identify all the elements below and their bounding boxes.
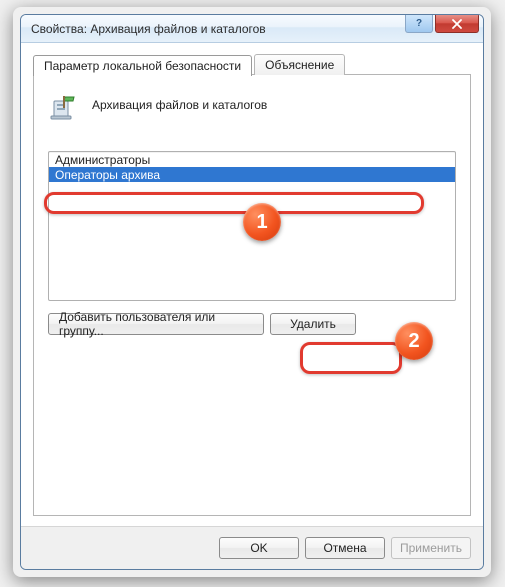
add-user-button[interactable]: Добавить пользователя или группу...	[48, 313, 264, 335]
bottom-bar: OK Отмена Применить	[21, 526, 483, 569]
titlebar[interactable]: Свойства: Архивация файлов и каталогов ?	[21, 15, 483, 43]
policy-icon	[48, 89, 80, 121]
apply-button[interactable]: Применить	[391, 537, 471, 559]
ok-button[interactable]: OK	[219, 537, 299, 559]
help-button[interactable]: ?	[405, 15, 433, 33]
close-button[interactable]	[435, 15, 479, 33]
tab-explanation[interactable]: Объяснение	[254, 54, 345, 75]
list-actions: Добавить пользователя или группу... Удал…	[48, 313, 456, 335]
close-icon	[452, 19, 462, 29]
tabstrip: Параметр локальной безопасности Объяснен…	[33, 53, 471, 75]
list-item[interactable]: Операторы архива	[49, 167, 455, 182]
window-buttons: ?	[405, 15, 479, 33]
list-item[interactable]: Администраторы	[49, 152, 455, 167]
question-icon: ?	[416, 18, 422, 29]
window-title: Свойства: Архивация файлов и каталогов	[31, 22, 266, 36]
client-area: Параметр локальной безопасности Объяснен…	[21, 43, 483, 526]
users-listbox[interactable]: Администраторы Операторы архива	[48, 151, 456, 301]
cancel-button[interactable]: Отмена	[305, 537, 385, 559]
tab-panel: Архивация файлов и каталогов Администрат…	[33, 74, 471, 516]
tab-local-security[interactable]: Параметр локальной безопасности	[33, 55, 252, 76]
dialog-window: Свойства: Архивация файлов и каталогов ?…	[20, 14, 484, 570]
panel-header: Архивация файлов и каталогов	[48, 89, 456, 121]
panel-title: Архивация файлов и каталогов	[92, 98, 267, 112]
delete-button[interactable]: Удалить	[270, 313, 356, 335]
